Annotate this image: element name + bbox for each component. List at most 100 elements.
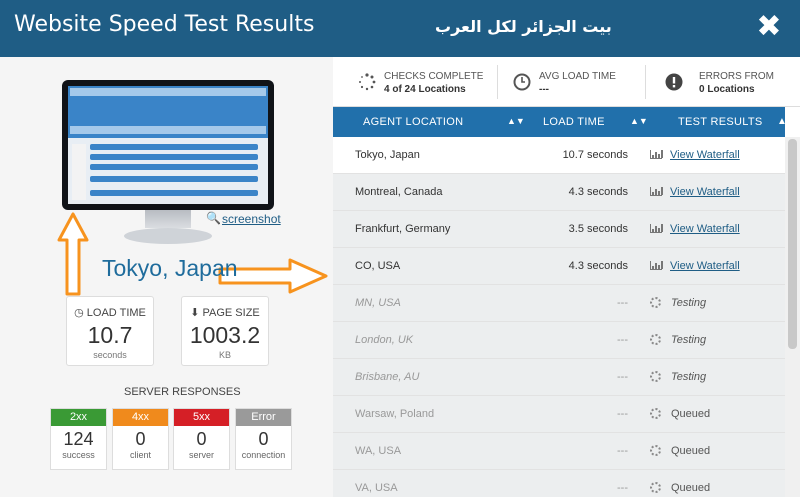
progress-spinner-icon: [359, 73, 376, 91]
load-time-cell: 3.5 seconds: [568, 223, 628, 235]
test-result-cell: Queued: [650, 408, 710, 420]
sort-icon[interactable]: ▲▼: [507, 116, 525, 126]
table-row[interactable]: London, UK --- Testing: [333, 322, 785, 359]
screenshot-block: [90, 176, 258, 182]
response-caption: connection: [241, 450, 286, 460]
agent-location: CO, USA: [355, 260, 401, 272]
test-result-cell: Testing: [650, 334, 706, 346]
table-row[interactable]: MN, USA --- Testing: [333, 285, 785, 322]
table-row[interactable]: VA, USA --- Queued: [333, 470, 785, 497]
load-time-cell: ---: [617, 297, 628, 309]
status-text: Queued: [671, 408, 711, 420]
screenshot-link[interactable]: screenshot: [222, 212, 281, 226]
response-box-0: 2xx 124 success: [50, 408, 107, 470]
screenshot-block: [90, 144, 258, 150]
agent-location: Montreal, Canada: [355, 186, 443, 198]
divider: [497, 65, 498, 99]
load-time-card: ◷ LOAD TIME 10.7 seconds: [66, 296, 154, 366]
status-text: Queued: [671, 445, 711, 457]
table-row[interactable]: CO, USA 4.3 seconds View Waterfall: [333, 248, 785, 285]
loading-spinner-icon: [650, 445, 661, 456]
scroll-up-arrow-icon[interactable]: ▲: [777, 116, 787, 127]
load-time-cell: ---: [617, 482, 628, 494]
checks-complete-label: CHECKS COMPLETE: [384, 71, 484, 82]
bar-chart-icon: [650, 224, 663, 233]
load-time-cell: ---: [617, 334, 628, 346]
close-icon[interactable]: ✖: [752, 8, 786, 46]
screenshot-sidebar: [72, 144, 86, 200]
load-time-cell: ---: [617, 408, 628, 420]
test-result-cell: View Waterfall: [650, 223, 740, 235]
response-code: 5xx: [174, 409, 229, 426]
view-waterfall-link[interactable]: View Waterfall: [670, 186, 740, 198]
agent-location: MN, USA: [355, 297, 401, 309]
column-load-time[interactable]: LOAD TIME: [543, 116, 605, 128]
agent-location: VA, USA: [355, 482, 398, 494]
table-row[interactable]: WA, USA --- Queued: [333, 433, 785, 470]
view-waterfall-link[interactable]: View Waterfall: [670, 149, 740, 161]
errors-from-label: ERRORS FROM: [699, 71, 774, 82]
table-row[interactable]: Brisbane, AU --- Testing: [333, 359, 785, 396]
loading-spinner-icon: [650, 297, 661, 308]
load-time-value: 10.7: [87, 322, 133, 348]
load-time-label: ◷ LOAD TIME: [67, 306, 153, 319]
response-caption: client: [129, 450, 151, 460]
scrollbar-thumb[interactable]: [788, 139, 797, 349]
response-box-3: Error 0 connection: [235, 408, 292, 470]
dialog-title: Website Speed Test Results: [14, 12, 315, 37]
screenshot-block: [90, 190, 258, 196]
divider: [645, 65, 646, 99]
test-result-cell: Queued: [650, 482, 710, 494]
agent-location: Frankfurt, Germany: [355, 223, 451, 235]
exclamation-icon: [665, 73, 683, 91]
response-box-2: 5xx 0 server: [173, 408, 230, 470]
site-name: بيت الجزائر لكل العرب: [435, 17, 612, 36]
results-table-header: AGENT LOCATION ▲▼ LOAD TIME ▲▼ TEST RESU…: [333, 107, 785, 137]
agent-location: Warsaw, Poland: [355, 408, 435, 420]
view-waterfall-link[interactable]: View Waterfall: [670, 223, 740, 235]
table-row[interactable]: Tokyo, Japan 10.7 seconds View Waterfall: [333, 137, 785, 174]
download-icon: ⬇: [190, 307, 200, 319]
screenshot-monitor-image[interactable]: [62, 80, 274, 210]
status-text: Testing: [671, 297, 707, 309]
selected-location-title: Tokyo, Japan: [102, 255, 238, 281]
sort-icon[interactable]: ▲▼: [630, 116, 648, 126]
load-time-cell: 10.7 seconds: [562, 149, 628, 161]
column-test-results[interactable]: TEST RESULTS: [678, 116, 763, 128]
screenshot-nav: [70, 88, 266, 96]
clock-icon: ◷: [74, 307, 84, 319]
test-result-cell: View Waterfall: [650, 149, 740, 161]
scrollbar[interactable]: [785, 137, 800, 497]
avg-load-time-label: AVG LOAD TIME: [539, 71, 616, 82]
test-result-cell: View Waterfall: [650, 186, 740, 198]
response-code: 2xx: [51, 409, 106, 426]
dialog-header: Website Speed Test Results بيت الجزائر ل…: [0, 0, 800, 57]
load-time-cell: 4.3 seconds: [568, 260, 628, 272]
monitor-base: [124, 228, 212, 244]
agent-location: Tokyo, Japan: [355, 149, 420, 161]
clock-icon: [513, 73, 531, 91]
response-count: 124: [63, 429, 94, 449]
test-result-cell: Testing: [650, 371, 706, 383]
response-count: 0: [258, 429, 269, 449]
agent-location: Brisbane, AU: [355, 371, 420, 383]
loading-spinner-icon: [650, 482, 661, 493]
agent-location: London, UK: [355, 334, 414, 346]
page-size-value: 1003.2: [189, 322, 261, 348]
table-row[interactable]: Montreal, Canada 4.3 seconds View Waterfal…: [333, 174, 785, 211]
response-count: 0: [196, 429, 207, 449]
view-waterfall-link[interactable]: View Waterfall: [670, 260, 740, 272]
status-text: Testing: [671, 371, 707, 383]
response-code: 4xx: [113, 409, 168, 426]
page-size-card: ⬇ PAGE SIZE 1003.2 KB: [181, 296, 269, 366]
checks-complete-value: 4 of 24 Locations: [384, 84, 466, 95]
column-agent-location[interactable]: AGENT LOCATION: [363, 116, 463, 128]
results-dialog: Website Speed Test Results بيت الجزائر ل…: [0, 0, 800, 497]
table-row[interactable]: Warsaw, Poland --- Queued: [333, 396, 785, 433]
load-time-label-text: LOAD TIME: [86, 307, 146, 319]
status-text: Queued: [671, 482, 711, 494]
response-count: 0: [135, 429, 146, 449]
table-row[interactable]: Frankfurt, Germany 3.5 seconds View Waterf…: [333, 211, 785, 248]
response-box-1: 4xx 0 client: [112, 408, 169, 470]
test-result-cell: View Waterfall: [650, 260, 740, 272]
